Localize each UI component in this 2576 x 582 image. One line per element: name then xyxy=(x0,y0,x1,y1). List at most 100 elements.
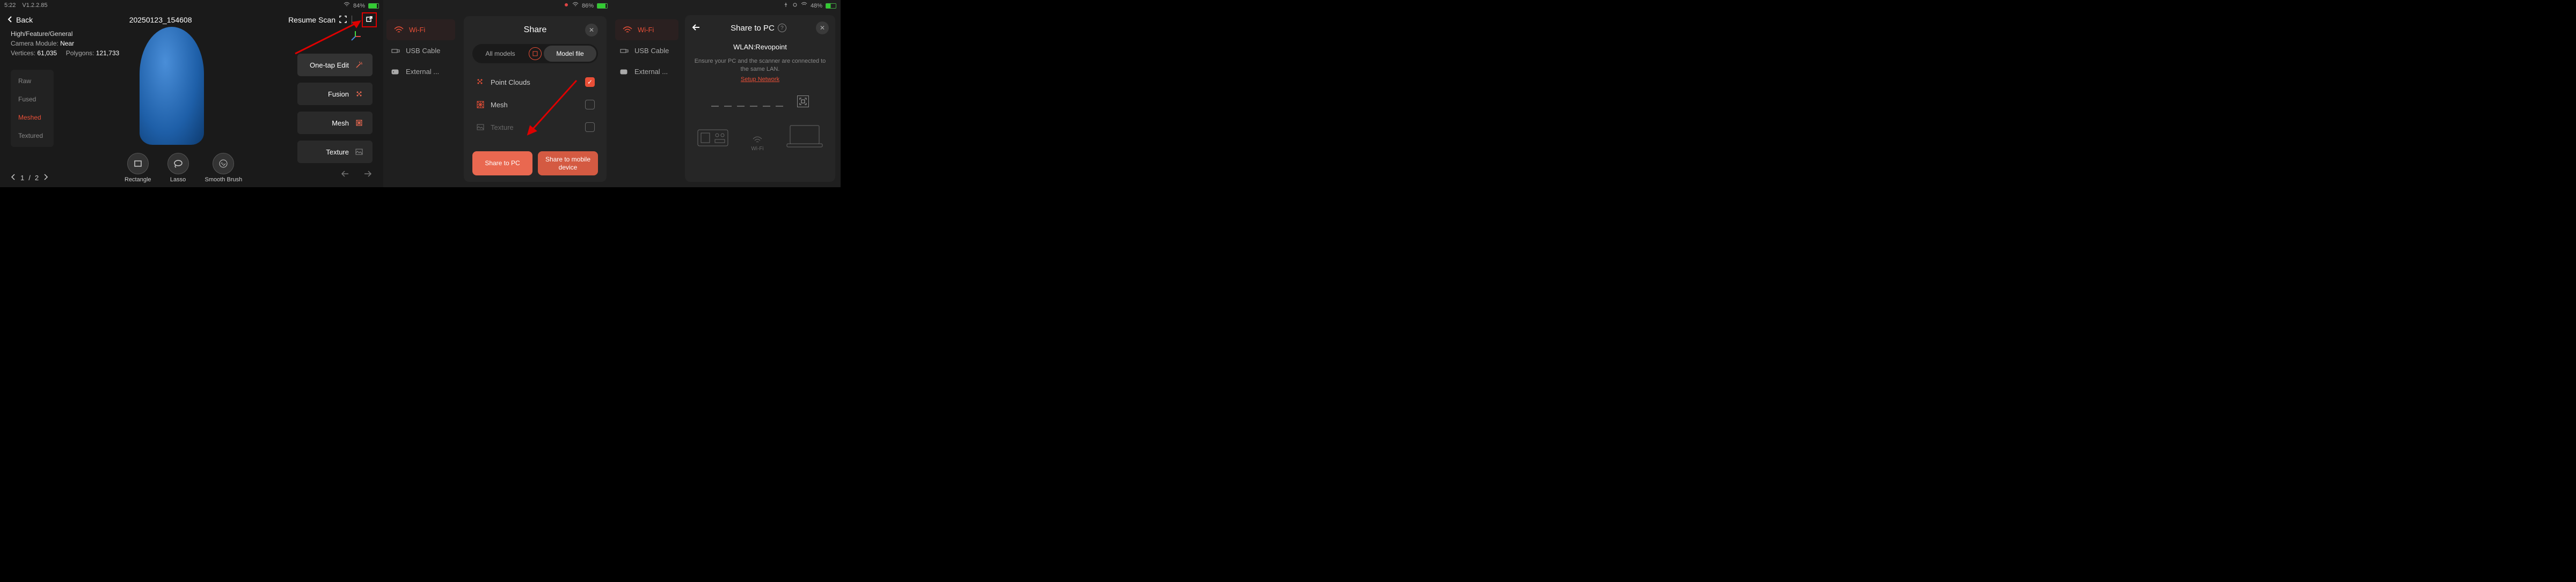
setup-network-link[interactable]: Setup Network xyxy=(691,76,829,83)
texture-button[interactable]: Texture xyxy=(297,141,373,163)
share-screen: 86% Wi-Fi USB Cable External ... Share ✕… xyxy=(383,0,612,187)
back-button[interactable]: Back xyxy=(6,16,33,25)
qr-scan-button[interactable] xyxy=(797,95,809,107)
sidebar-label: External ... xyxy=(406,68,439,76)
code-input-row xyxy=(691,95,829,107)
sidebar-usb[interactable]: USB Cable xyxy=(612,40,682,61)
back-button[interactable] xyxy=(691,23,701,34)
share-to-pc-button[interactable]: Share to PC xyxy=(472,151,532,175)
mesh-icon xyxy=(354,118,364,128)
page-next[interactable] xyxy=(43,174,48,182)
vertices-label: Vertices: xyxy=(11,49,35,57)
code-digit[interactable] xyxy=(737,96,745,107)
mode-raw[interactable]: Raw xyxy=(11,72,54,90)
action-panel: One-tap Edit Fusion Mesh Texture xyxy=(297,54,373,163)
record-icon xyxy=(792,2,798,9)
mode-fused[interactable]: Fused xyxy=(11,90,54,108)
battery-icon xyxy=(597,3,608,9)
redo-button[interactable] xyxy=(361,170,373,181)
axis-gizmo[interactable] xyxy=(349,30,362,43)
toggle-model-file[interactable]: Model file xyxy=(544,46,596,62)
resume-scan-button[interactable]: Resume Scan xyxy=(288,15,347,25)
status-bar: 86% xyxy=(383,0,612,11)
connection-sidebar: Wi-Fi USB Cable External ... xyxy=(383,15,458,86)
instruction-text: Ensure your PC and the scanner are conne… xyxy=(691,57,829,74)
scanned-model xyxy=(140,27,204,145)
external-icon xyxy=(391,68,400,76)
file-texture[interactable]: Texture xyxy=(472,117,598,137)
qr-icon xyxy=(799,97,807,106)
mesh-icon xyxy=(476,100,485,109)
scan-frame-icon xyxy=(339,15,347,25)
undo-button[interactable] xyxy=(340,170,352,181)
usb-icon xyxy=(391,47,400,55)
mode-meshed[interactable]: Meshed xyxy=(11,108,54,127)
brush-icon xyxy=(218,159,228,168)
texture-icon xyxy=(476,123,485,131)
tool-lasso[interactable]: Lasso xyxy=(167,153,189,183)
laptop-device-icon xyxy=(785,123,824,152)
wifi-icon xyxy=(572,2,579,9)
vertices-value: 61,035 xyxy=(37,49,57,57)
checkbox[interactable] xyxy=(585,122,595,132)
record-icon xyxy=(564,2,569,9)
tool-smooth-brush[interactable]: Smooth Brush xyxy=(205,153,243,183)
share-actions: Share to PC Share to mobile device xyxy=(472,151,598,175)
wifi-icon xyxy=(801,2,807,9)
mode-textured[interactable]: Textured xyxy=(11,127,54,145)
mesh-button[interactable]: Mesh xyxy=(297,112,373,134)
camera-label: Camera Module: xyxy=(11,40,59,47)
sidebar-label: External ... xyxy=(634,68,668,76)
page-prev[interactable] xyxy=(11,174,16,182)
fusion-button[interactable]: Fusion xyxy=(297,83,373,105)
sidebar-wifi[interactable]: Wi-Fi xyxy=(386,19,455,40)
chevron-left-icon xyxy=(6,16,14,25)
code-digit[interactable] xyxy=(724,96,732,107)
sidebar-wifi[interactable]: Wi-Fi xyxy=(615,19,678,40)
close-button[interactable]: ✕ xyxy=(585,24,598,36)
sidebar-usb[interactable]: USB Cable xyxy=(383,40,458,61)
sidebar-external[interactable]: External ... xyxy=(612,61,682,82)
scan-tags: High/Feature/General xyxy=(11,30,119,38)
checkbox[interactable] xyxy=(585,100,595,109)
tool-label: Rectangle xyxy=(125,176,151,183)
checkbox-checked[interactable]: ✓ xyxy=(585,77,595,87)
file-point-clouds[interactable]: Point Clouds ✓ xyxy=(472,72,598,92)
3d-viewport[interactable] xyxy=(140,27,215,156)
polygons-value: 121,733 xyxy=(96,49,119,57)
action-label: Fusion xyxy=(328,90,349,98)
help-icon[interactable]: ? xyxy=(778,24,786,32)
selection-tools: Rectangle Lasso Smooth Brush xyxy=(125,153,242,183)
texture-icon xyxy=(354,147,364,157)
project-title: 20250123_154608 xyxy=(33,16,288,24)
share-to-mobile-button[interactable]: Share to mobile device xyxy=(538,151,598,175)
onetap-edit-button[interactable]: One-tap Edit xyxy=(297,54,373,76)
rectangle-icon xyxy=(134,159,142,168)
code-digit[interactable] xyxy=(763,96,770,107)
code-digit[interactable] xyxy=(711,96,719,107)
toggle-all-models[interactable]: All models xyxy=(474,46,527,62)
export-icon xyxy=(365,16,374,24)
pointcloud-icon xyxy=(476,78,485,86)
tool-rectangle[interactable]: Rectangle xyxy=(125,153,151,183)
battery-percent: 84% xyxy=(353,3,365,9)
page-nav: 1 / 2 xyxy=(11,174,48,182)
export-button[interactable] xyxy=(362,12,377,27)
app-version: V1.2.2.85 xyxy=(22,2,47,9)
file-type-list: Point Clouds ✓ Mesh Texture xyxy=(472,72,598,137)
code-digit[interactable] xyxy=(750,96,757,107)
status-bar: 48% xyxy=(612,0,841,11)
sidebar-external[interactable]: External ... xyxy=(383,61,458,82)
action-label: One-tap Edit xyxy=(310,61,349,69)
close-button[interactable]: ✕ xyxy=(816,21,829,34)
share-title: Share xyxy=(485,25,585,35)
tool-label: Smooth Brush xyxy=(205,176,243,183)
code-digit[interactable] xyxy=(776,96,783,107)
camera-value: Near xyxy=(60,40,74,47)
resume-scan-label: Resume Scan xyxy=(288,16,335,24)
file-mesh[interactable]: Mesh xyxy=(472,94,598,115)
connection-sidebar: Wi-Fi USB Cable External ... xyxy=(612,15,682,86)
external-icon xyxy=(619,68,629,76)
wifi-connection-icon: Wi-Fi xyxy=(751,136,763,152)
action-label: Mesh xyxy=(332,119,349,127)
